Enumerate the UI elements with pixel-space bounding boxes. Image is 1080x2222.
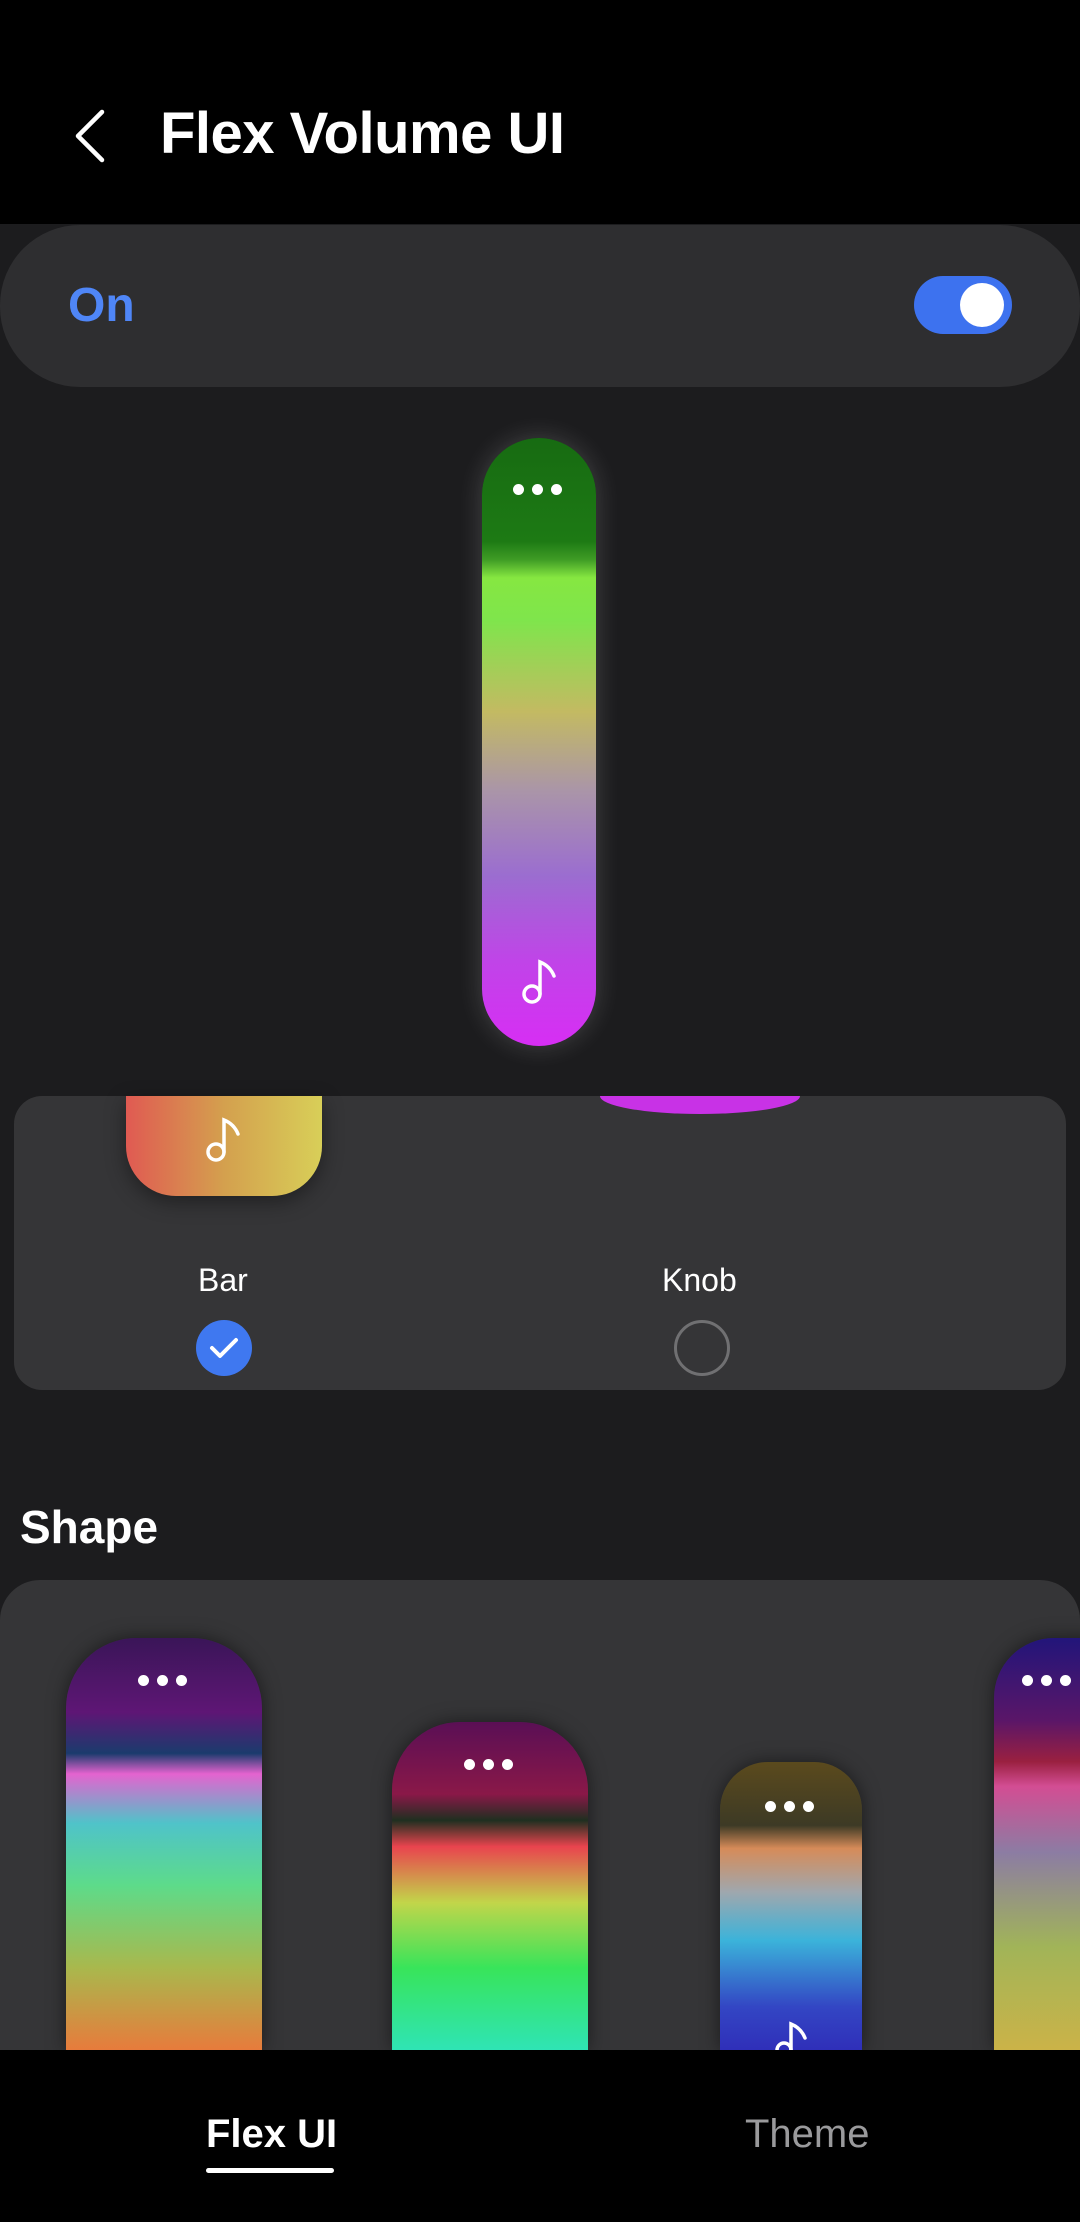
more-dots-icon	[1022, 1675, 1071, 1686]
tab-theme[interactable]: Theme	[745, 2112, 870, 2157]
bar-option-radio[interactable]	[196, 1320, 252, 1376]
tab-flex-ui[interactable]: Flex UI	[206, 2112, 337, 2157]
bottom-navigation	[0, 2050, 1080, 2222]
more-dots-icon	[138, 1675, 187, 1686]
more-dots-icon[interactable]	[513, 484, 562, 495]
shape-option-tall[interactable]	[66, 1638, 262, 2050]
page-title: Flex Volume UI	[160, 101, 565, 166]
music-note-icon	[520, 956, 560, 1011]
shape-option-medium[interactable]	[392, 1722, 588, 2050]
master-switch-label: On	[68, 279, 135, 332]
volume-preview-bar[interactable]	[482, 438, 596, 1046]
checkmark-icon	[210, 1338, 238, 1358]
more-dots-icon	[464, 1759, 513, 1770]
toggle-thumb	[960, 283, 1004, 327]
shape-section-heading: Shape	[20, 1501, 159, 1553]
more-dots-icon	[765, 1801, 814, 1812]
back-button[interactable]	[60, 96, 120, 176]
knob-option-label: Knob	[662, 1262, 737, 1298]
chevron-left-icon	[75, 109, 105, 163]
shape-option-partial[interactable]	[994, 1638, 1080, 2050]
bar-option-label: Bar	[198, 1262, 248, 1298]
knob-option-radio[interactable]	[674, 1320, 730, 1376]
active-tab-indicator	[206, 2168, 334, 2173]
music-note-icon	[204, 1114, 244, 1169]
